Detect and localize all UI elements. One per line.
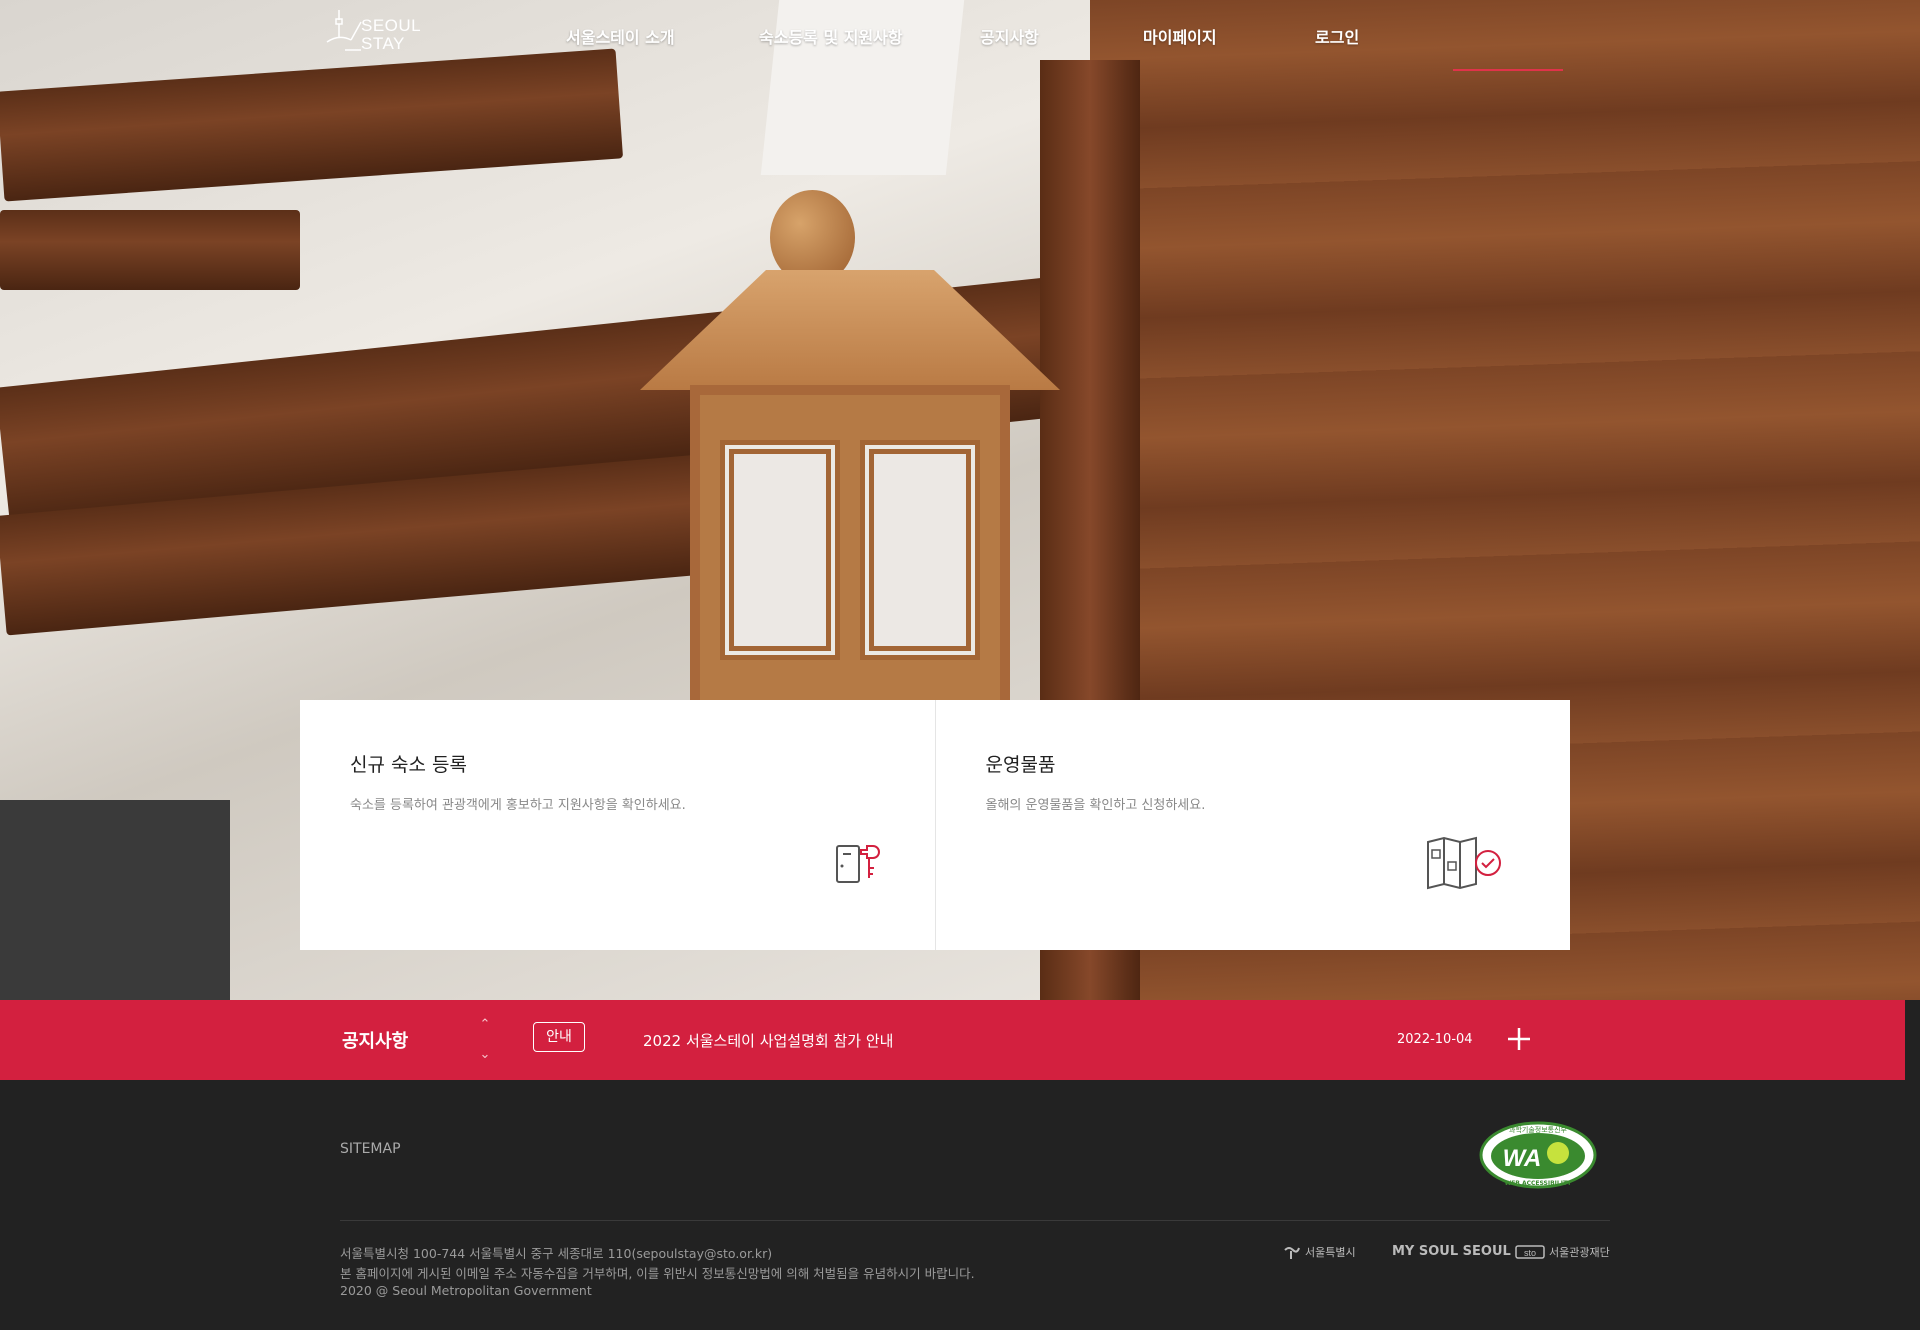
card-title: 신규 숙소 등록 (350, 754, 467, 776)
nav-active-indicator (1453, 69, 1563, 71)
card-description: 올해의 운영물품을 확인하고 신청하세요. (985, 798, 1206, 813)
wa-mark-letters: WA (1503, 1145, 1542, 1172)
notice-prev-button[interactable]: ⌃ (475, 1018, 495, 1032)
notice-pager: ⌃ ⌄ (475, 1018, 495, 1064)
hero-window (0, 800, 230, 1000)
lantern-image (640, 190, 1060, 710)
notice-title: 공지사항 (342, 1031, 409, 1052)
main-nav: 서울스테이 소개 숙소등록 및 지원사항 공지사항 마이페이지 로그인 (0, 0, 1920, 71)
web-accessibility-mark[interactable]: 과학기술정보통신부 WA WEB ACCESSIBILITY (1478, 1120, 1598, 1190)
footer-copyright: 2020 @ Seoul Metropolitan Government (340, 1283, 592, 1298)
map-check-icon (1426, 836, 1501, 890)
partner-label: 서울특별시 (1305, 1246, 1356, 1259)
card-title: 운영물품 (985, 754, 1056, 776)
footer-divider (340, 1220, 1610, 1221)
partner-label: MY SOUL SEOUL (1392, 1244, 1511, 1259)
partner-seoul-city-logo[interactable]: 서울특별시 (1283, 1244, 1356, 1260)
notice-link[interactable]: 2022 서울스테이 사업설명회 참가 안내 (643, 1030, 893, 1051)
nav-notice[interactable]: 공지사항 (980, 24, 1039, 48)
wa-mark-top-text: 과학기술정보통신부 (1509, 1125, 1568, 1134)
footer: SITEMAP 과학기술정보통신부 WA WEB ACCESSIBILITY 서… (0, 1080, 1920, 1330)
supplies-card[interactable]: 운영물품 올해의 운영물품을 확인하고 신청하세요. (934, 700, 1571, 950)
partner-seoul-tourism-logo[interactable]: sto 서울관광재단 (1515, 1244, 1610, 1260)
nav-about[interactable]: 서울스테이 소개 (566, 24, 675, 48)
card-description: 숙소를 등록하여 관광객에게 홍보하고 지원사항을 확인하세요. (350, 798, 686, 813)
partner-my-soul-seoul-logo[interactable]: MY SOUL SEOUL (1392, 1244, 1511, 1259)
partner-label: 서울관광재단 (1549, 1246, 1610, 1259)
footer-email-policy: 본 홈페이지에 게시된 이메일 주소 자동수집을 거부하며, 이를 위반시 정보… (340, 1266, 975, 1281)
sitemap-link[interactable]: SITEMAP (340, 1141, 401, 1157)
notice-category-badge: 안내 (533, 1022, 585, 1052)
nav-registration-support[interactable]: 숙소등록 및 지원사항 (759, 24, 903, 48)
notice-next-button[interactable]: ⌄ (475, 1048, 495, 1062)
footer-address: 서울특별시청 100-744 서울특별시 중구 세종대로 110(sepouls… (340, 1246, 773, 1261)
nav-login[interactable]: 로그인 (1315, 24, 1359, 48)
sto-icon: sto (1515, 1245, 1545, 1259)
new-accommodation-card[interactable]: 신규 숙소 등록 숙소를 등록하여 관광객에게 홍보하고 지원사항을 확인하세요… (300, 700, 935, 950)
nav-mypage[interactable]: 마이페이지 (1143, 24, 1217, 48)
hero-beam (0, 210, 300, 290)
wa-mark-bottom-text: WEB ACCESSIBILITY (1505, 1180, 1572, 1187)
seoul-city-icon (1284, 1247, 1300, 1259)
svg-text:sto: sto (1524, 1248, 1536, 1258)
door-key-icon (836, 845, 880, 883)
plus-icon[interactable] (1504, 1024, 1534, 1054)
quick-links-panel: 신규 숙소 등록 숙소를 등록하여 관광객에게 홍보하고 지원사항을 확인하세요… (300, 700, 1570, 950)
notice-date: 2022-10-04 (1397, 1032, 1473, 1047)
notice-bar: 공지사항 ⌃ ⌄ 안내 2022 서울스테이 사업설명회 참가 안내 2022-… (0, 1000, 1905, 1080)
